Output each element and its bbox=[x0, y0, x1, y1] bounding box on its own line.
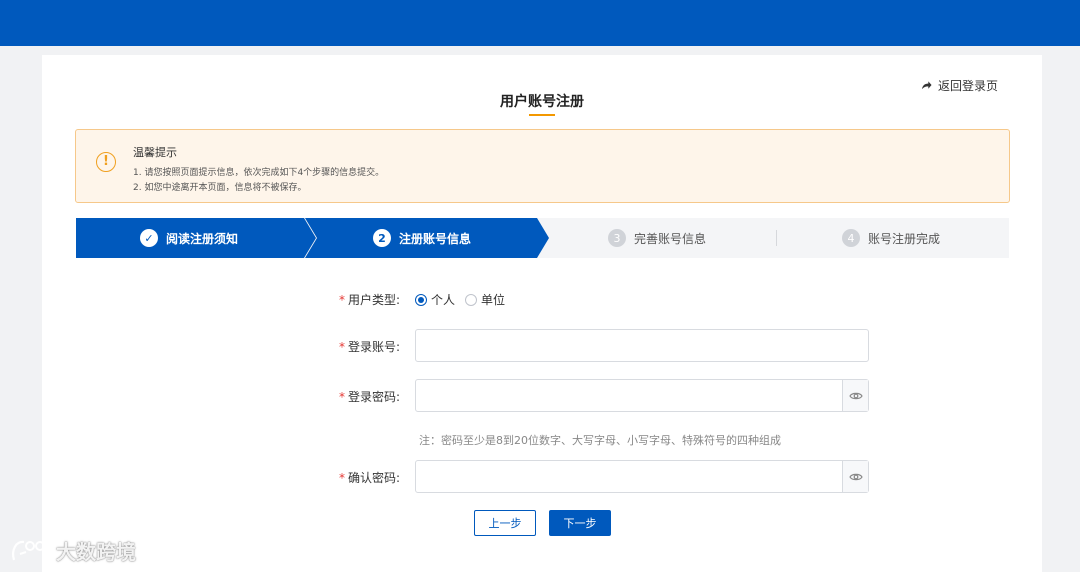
user-type-radio-group: 个人 单位 bbox=[415, 291, 509, 308]
page-title: 用户账号注册 bbox=[500, 94, 584, 110]
user-type-company-option[interactable]: 单位 bbox=[465, 291, 505, 308]
account-input[interactable] bbox=[416, 330, 868, 361]
step-3-number: 3 bbox=[608, 229, 626, 247]
next-step-button[interactable]: 下一步 bbox=[549, 510, 611, 536]
share-arrow-icon bbox=[921, 81, 932, 90]
notice-title: 温馨提示 bbox=[133, 146, 177, 159]
registration-card: 返回登录页 用户账号注册 ! 温馨提示 1. 请您按照页面提示信息，依次完成如下… bbox=[42, 55, 1042, 572]
password-input[interactable] bbox=[416, 380, 843, 411]
step-3-label: 完善账号信息 bbox=[634, 231, 707, 246]
top-nav-bar bbox=[0, 0, 1080, 46]
user-type-personal-option[interactable]: 个人 bbox=[415, 291, 455, 308]
radio-unchecked[interactable] bbox=[465, 293, 478, 306]
watermark-logo-icon bbox=[12, 540, 45, 560]
account-input-wrapper bbox=[415, 329, 869, 362]
password-visibility-toggle[interactable] bbox=[842, 380, 868, 411]
step-4: 4 账号注册完成 bbox=[840, 218, 1000, 258]
title-underline bbox=[529, 114, 555, 116]
eye-icon bbox=[848, 473, 863, 480]
password-input-wrapper bbox=[415, 379, 869, 412]
step-2-label: 注册账号信息 bbox=[399, 231, 472, 246]
confirm-password-label: * 确认密码: bbox=[338, 471, 400, 485]
watermark-text: 大数跨境 bbox=[56, 540, 136, 564]
user-type-label: * 用户类型: bbox=[338, 293, 400, 307]
password-label: * 登录密码: bbox=[338, 390, 400, 404]
step-2-number: 2 bbox=[373, 229, 391, 247]
step-divider bbox=[776, 230, 777, 246]
notice-box: ! 温馨提示 1. 请您按照页面提示信息，依次完成如下4个步骤的信息提交。 2.… bbox=[75, 129, 1010, 203]
step-1-label: 阅读注册须知 bbox=[166, 231, 239, 246]
step-3: 3 完善账号信息 bbox=[606, 218, 776, 258]
exclamation-circle-icon: ! bbox=[96, 152, 116, 172]
notice-line-1: 1. 请您按照页面提示信息，依次完成如下4个步骤的信息提交。 bbox=[133, 168, 385, 178]
check-icon: ✓ bbox=[140, 229, 158, 247]
watermark: 大数跨境 bbox=[10, 536, 136, 565]
step-progress: ✓ 阅读注册须知 2 注册账号信息 3 完善账号信息 4 账号注册完成 bbox=[76, 218, 1009, 258]
password-hint: 注：密码至少是8到20位数字、大写字母、小写字母、特殊符号的四种组成 bbox=[419, 434, 781, 447]
radio-checked[interactable] bbox=[415, 293, 427, 306]
notice-line-2: 2. 如您中途离开本页面，信息将不被保存。 bbox=[133, 183, 307, 193]
step-2: 2 注册账号信息 bbox=[305, 218, 549, 258]
eye-icon bbox=[848, 392, 863, 399]
confirm-password-visibility-toggle[interactable] bbox=[842, 461, 868, 492]
confirm-password-input-wrapper bbox=[415, 460, 869, 493]
step-4-number: 4 bbox=[842, 229, 860, 247]
step-4-label: 账号注册完成 bbox=[868, 231, 941, 246]
confirm-password-input[interactable] bbox=[416, 461, 843, 492]
account-label: * 登录账号: bbox=[338, 340, 400, 354]
step-1: ✓ 阅读注册须知 bbox=[76, 218, 316, 258]
prev-step-button[interactable]: 上一步 bbox=[474, 510, 536, 536]
